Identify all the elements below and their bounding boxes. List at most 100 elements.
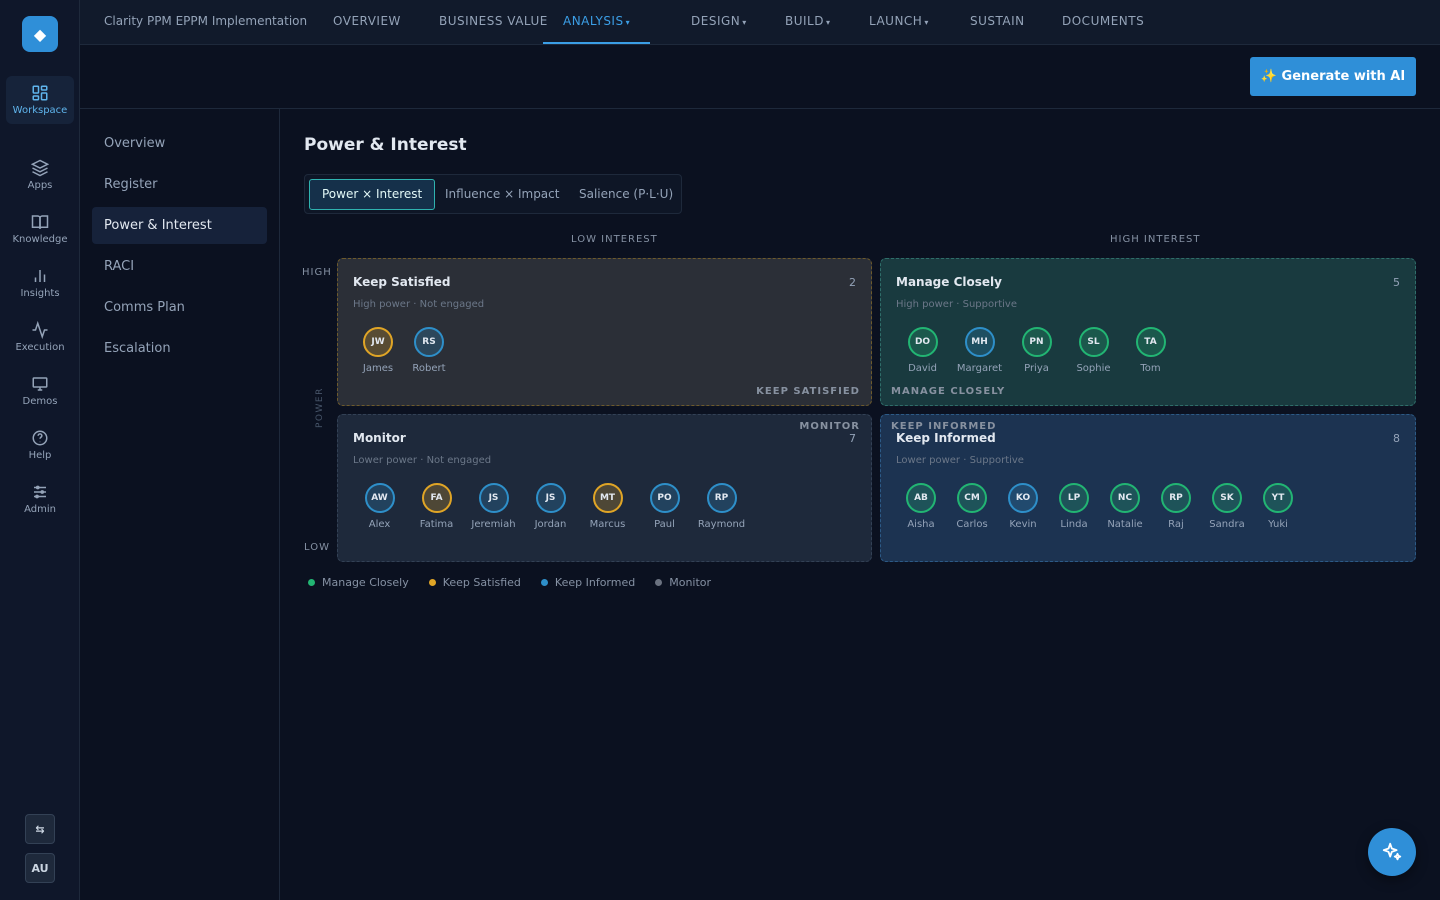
view-segmented-control: Power × Interest Influence × Impact Sali… [304, 174, 682, 214]
stakeholder-name: James [362, 363, 394, 374]
stakeholder-chip[interactable]: JW James [353, 327, 403, 374]
sliders-icon [34, 485, 46, 499]
stakeholder-name: Jeremiah [471, 519, 516, 530]
rail-item-apps[interactable]: Apps [6, 151, 74, 199]
tab-design[interactable]: DESIGN ▾ [691, 0, 747, 44]
user-avatar[interactable]: AU [25, 853, 55, 883]
stakeholder-chip[interactable]: SL Sophie [1067, 327, 1120, 374]
stakeholder-name: David [908, 363, 937, 374]
avatar: NC [1110, 483, 1140, 513]
tab-overview[interactable]: OVERVIEW [333, 0, 401, 44]
rail-item-insights[interactable]: Insights [6, 259, 74, 307]
tab-documents[interactable]: DOCUMENTS [1062, 0, 1144, 44]
stakeholder-name: Fatima [419, 519, 454, 530]
swap-icon[interactable]: ⇆ [25, 814, 55, 844]
rail-item-knowledge[interactable]: Knowledge [6, 205, 74, 253]
avatar: TA [1135, 327, 1166, 357]
stakeholder-chip[interactable]: AB Aisha [896, 483, 946, 530]
generate-with-ai-button[interactable]: ✨ Generate with AI [1250, 57, 1416, 96]
rail-item-demos[interactable]: Demos [6, 367, 74, 415]
stakeholder-name: Priya [1024, 363, 1049, 374]
stakeholder-chip[interactable]: NC Natalie [1100, 483, 1150, 530]
stakeholder-chip[interactable]: KO Kevin [998, 483, 1048, 530]
subnav-power-interest[interactable]: Power & Interest [92, 207, 267, 244]
action-bar: ✨ Generate with AI [80, 45, 1440, 109]
stakeholder-chip[interactable]: RP Raymond [695, 483, 748, 530]
subnav-comms-plan[interactable]: Comms Plan [92, 289, 267, 326]
people-list: JW James RS Robert [353, 327, 455, 374]
people-list: AB Aisha CM Carlos KO Kevin LP Linda NC Natalie RP… [896, 483, 1304, 530]
quadrant-keep-satisfied[interactable]: Keep Satisfied 2 High power · Not engage… [337, 258, 872, 406]
section-subnav: Overview Register Power & Interest RACI … [80, 109, 280, 900]
segment-power-interest[interactable]: Power × Interest [309, 179, 436, 210]
rail-item-execution[interactable]: Execution [6, 313, 74, 361]
avatar: MH [964, 327, 995, 357]
quadrant-subtitle: High power · Not engaged [353, 299, 485, 310]
quadrant-count: 7 [849, 432, 856, 445]
stakeholder-chip[interactable]: RP Raj [1151, 483, 1201, 530]
rail-label: Apps [27, 180, 53, 191]
tab-sustain[interactable]: SUSTAIN [970, 0, 1025, 44]
rail-item-admin[interactable]: Admin [6, 475, 74, 523]
stakeholder-chip[interactable]: JS Jeremiah [467, 483, 520, 530]
stakeholder-chip[interactable]: LP Linda [1049, 483, 1099, 530]
avatar: DO [907, 327, 938, 357]
ai-assistant-button[interactable] [1368, 828, 1416, 876]
grid-icon [32, 85, 48, 101]
subnav-overview[interactable]: Overview [92, 125, 267, 162]
stakeholder-name: Alex [368, 519, 391, 530]
legend-item-keep-informed: Keep Informed [540, 576, 635, 589]
segment-salience[interactable]: Salience (P·L·U) [566, 179, 686, 210]
tab-analysis[interactable]: ANALYSIS ▾ [543, 0, 651, 44]
tab-build[interactable]: BUILD ▾ [785, 0, 831, 44]
avatar: RP [1161, 483, 1191, 513]
rail-label: Workspace [12, 105, 68, 116]
stakeholder-name: Natalie [1107, 519, 1143, 530]
app-logo-icon[interactable]: ◆ [22, 16, 58, 52]
segment-influence-impact[interactable]: Influence × Impact [432, 179, 572, 210]
avatar: PO [649, 483, 680, 513]
stakeholder-chip[interactable]: FA Fatima [410, 483, 463, 530]
rail-label: Admin [24, 504, 56, 515]
stakeholder-chip[interactable]: JS Jordan [524, 483, 577, 530]
stakeholder-chip[interactable]: TA Tom [1124, 327, 1177, 374]
layers-icon [31, 159, 49, 177]
stakeholder-name: Robert [412, 363, 446, 374]
stakeholder-chip[interactable]: YT Yuki [1253, 483, 1303, 530]
stakeholder-chip[interactable]: PN Priya [1010, 327, 1063, 374]
rail-label: Execution [15, 342, 65, 353]
stakeholder-chip[interactable]: SK Sandra [1202, 483, 1252, 530]
stakeholder-chip[interactable]: DO David [896, 327, 949, 374]
stakeholder-name: Aisha [907, 519, 935, 530]
help-icon [32, 430, 48, 446]
avatar: SK [1212, 483, 1242, 513]
stakeholder-chip[interactable]: AW Alex [353, 483, 406, 530]
stakeholder-name: Linda [1060, 519, 1088, 530]
rail-item-help[interactable]: Help [6, 421, 74, 469]
legend-dot [428, 579, 436, 586]
tab-launch[interactable]: LAUNCH ▾ [869, 0, 929, 44]
tab-business-value[interactable]: BUSINESS VALUE [439, 0, 548, 44]
stakeholder-chip[interactable]: PO Paul [638, 483, 691, 530]
subnav-escalation[interactable]: Escalation [92, 330, 267, 367]
stakeholder-chip[interactable]: MH Margaret [953, 327, 1006, 374]
quadrant-keep-informed[interactable]: KEEP INFORMED Keep Informed 8 Lower powe… [880, 414, 1416, 562]
project-name[interactable]: Clarity PPM EPPM Implementation [104, 14, 307, 28]
bar-chart-icon [34, 270, 46, 282]
avatar: FA [421, 483, 452, 513]
quadrant-count: 8 [1393, 432, 1400, 445]
stakeholder-chip[interactable]: MT Marcus [581, 483, 634, 530]
quadrant-manage-closely[interactable]: Manage Closely 5 High power · Supportive… [880, 258, 1416, 406]
avatar: YT [1263, 483, 1293, 513]
subnav-register[interactable]: Register [92, 166, 267, 203]
stakeholder-chip[interactable]: RS Robert [404, 327, 454, 374]
stakeholder-name: Marcus [589, 519, 626, 530]
subnav-raci[interactable]: RACI [92, 248, 267, 285]
quadrant-monitor[interactable]: MONITOR Monitor 7 Lower power · Not enga… [337, 414, 872, 562]
stakeholder-name: Yuki [1268, 519, 1288, 530]
quadrant-subtitle: Lower power · Not engaged [353, 455, 492, 466]
rail-item-workspace[interactable]: Workspace [6, 76, 74, 124]
avatar: JS [535, 483, 566, 513]
axis-power: POWER [315, 387, 325, 428]
stakeholder-chip[interactable]: CM Carlos [947, 483, 997, 530]
